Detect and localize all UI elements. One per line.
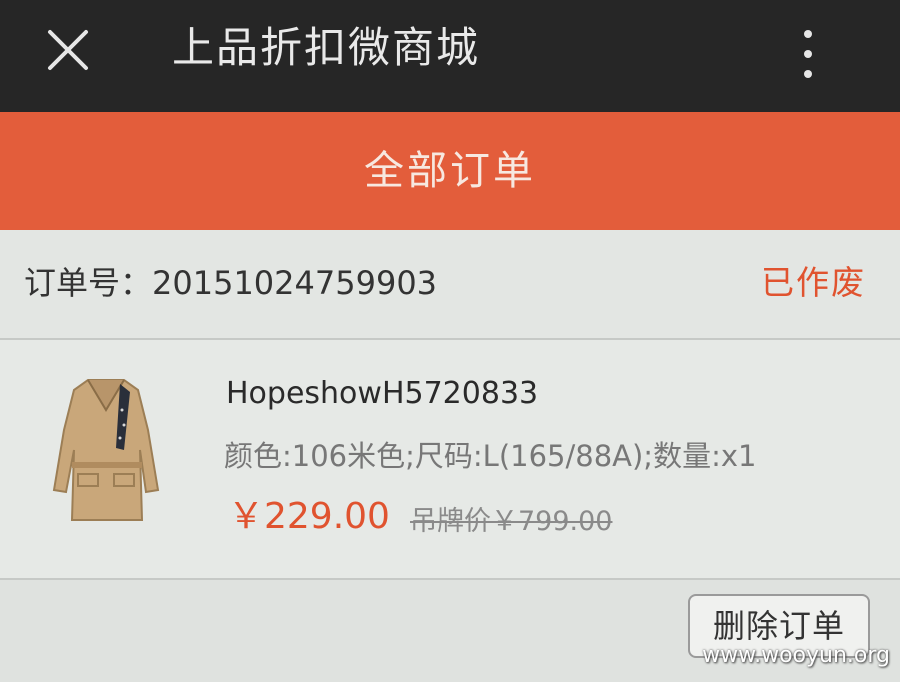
product-name: HopeshowH5720833 [226, 376, 539, 411]
order-item[interactable]: HopeshowH5720833 颜色:106米色;尺码:L(165/88A);… [0, 340, 900, 580]
page-title: 全部订单 [364, 148, 536, 194]
product-specs: 颜色:106米色;尺码:L(165/88A);数量:x1 [224, 439, 757, 473]
order-header: 订单号：20151024759903 已作废 [0, 230, 900, 340]
app-title: 上品折扣微商城 [172, 23, 481, 72]
order-status: 已作废 [761, 263, 866, 302]
product-price: ￥229.00 [228, 496, 390, 537]
product-thumbnail[interactable] [50, 370, 162, 530]
product-list-price: 吊牌价￥799.00 [410, 506, 613, 537]
watermark: www.wooyun.org [702, 643, 890, 668]
close-icon[interactable] [42, 24, 94, 76]
order-number: 订单号：20151024759903 [24, 264, 438, 302]
more-vertical-icon[interactable] [794, 24, 822, 84]
top-bar: 上品折扣微商城 [0, 0, 900, 112]
page-header: 全部订单 [0, 112, 900, 230]
